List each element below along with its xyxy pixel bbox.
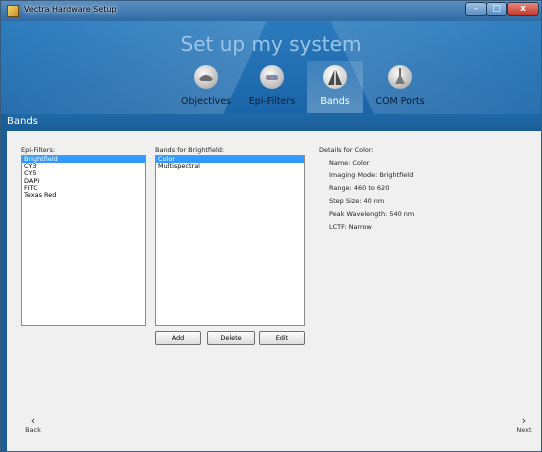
com-port-icon [388,65,412,89]
objective-icon [194,65,218,89]
back-button[interactable]: ‹ Back [23,415,43,434]
tab-label: Bands [320,96,350,107]
title-bar[interactable]: Vectra Hardware Setup – □ x [1,1,541,21]
app-icon [7,5,19,17]
details-heading: Details for Color: [319,146,374,154]
list-item[interactable]: CY3 [22,162,145,170]
list-item[interactable]: DAPI [22,177,145,185]
detail-line: Name: Color [329,159,370,167]
list-item[interactable]: CY5 [22,170,145,177]
bands-icon [323,65,347,89]
detail-line: Peak Wavelength: 540 nm [329,210,415,218]
tab-label: Objectives [181,96,231,107]
detail-line: Step Size: 40 nm [329,197,385,205]
bands-list[interactable]: Color Multispectral [155,155,305,326]
tab-label: Epi-Filters [248,96,296,107]
wizard-header: Set up my system Objectives Epi-Filters … [1,21,541,114]
chevron-left-icon: ‹ [30,414,36,427]
tab-label: COM Ports [375,96,425,107]
chevron-right-icon: › [521,414,527,427]
next-label: Next [516,426,532,434]
setup-window: Vectra Hardware Setup – □ x Set up my sy… [0,0,542,452]
section-header: Bands [1,114,541,131]
list-item[interactable]: Texas Red [22,191,145,199]
minimize-button[interactable]: – [465,2,487,16]
bands-label: Bands for Brightfield: [155,146,225,154]
window-title: Vectra Hardware Setup [24,5,117,14]
maximize-button[interactable]: □ [486,2,507,16]
epi-filters-label: Epi-Filters: [21,146,56,154]
detail-line: LCTF: Narrow [329,223,372,231]
back-label: Back [25,426,41,434]
page-title: Set up my system [180,32,362,56]
detail-line: Imaging Mode: Brightfield [329,171,414,179]
tab-bands[interactable]: Bands [307,61,363,113]
close-button[interactable]: x [507,2,539,16]
detail-line: Range: 460 to 620 [329,184,390,192]
section-title: Bands [7,116,38,127]
tab-epi-filters[interactable]: Epi-Filters [244,61,300,113]
delete-band-button[interactable]: Delete [207,331,255,345]
tab-objectives[interactable]: Objectives [176,61,236,113]
epi-filters-list[interactable]: Brightfield CY3 CY5 DAPI FITC Texas Red [21,155,146,326]
bands-content: Epi-Filters: Brightfield CY3 CY5 DAPI FI… [7,131,541,451]
tab-com-ports[interactable]: COM Ports [369,61,431,113]
filter-icon [260,65,284,89]
next-button[interactable]: › Next [513,415,535,434]
edit-band-button[interactable]: Edit [259,331,305,345]
add-band-button[interactable]: Add [155,331,201,345]
list-item[interactable]: Multispectral [156,162,304,170]
list-item[interactable]: Brightfield [22,155,145,164]
